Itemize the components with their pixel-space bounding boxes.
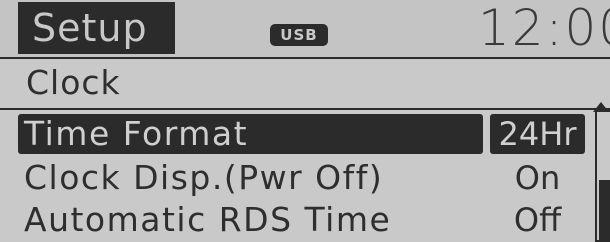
submenu-divider [0,108,610,110]
menu-item-time-format[interactable]: Time Format [18,114,483,154]
menu-item-clock-display-value[interactable]: On [490,158,585,198]
tab-setup[interactable]: Setup [18,2,175,54]
header-bar: Setup USB 12:00 [0,0,610,57]
scrollbar-thumb[interactable] [599,180,610,240]
submenu-title: Clock [26,63,121,102]
usb-source-badge: USB [270,24,328,46]
menu-item-automatic-rds-time[interactable]: Automatic RDS Time [18,200,483,240]
scrollbar[interactable] [595,110,610,242]
clock-display: 12:00 [478,0,610,57]
menu-item-automatic-rds-time-value[interactable]: Off [490,200,585,240]
menu-item-time-format-value[interactable]: 24Hr [490,114,585,154]
menu-item-clock-display[interactable]: Clock Disp.(Pwr Off) [18,158,483,198]
